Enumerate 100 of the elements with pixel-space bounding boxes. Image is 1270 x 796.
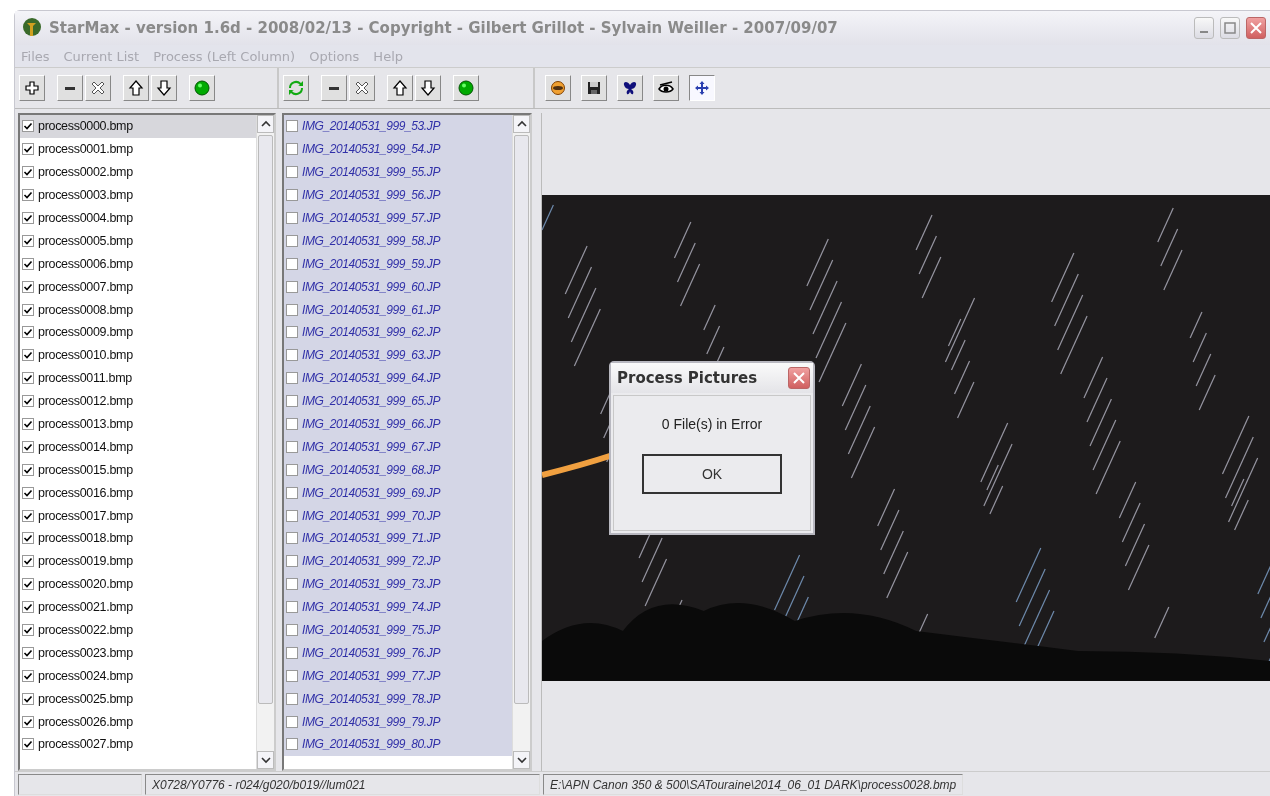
scrollbar[interactable] xyxy=(512,115,530,769)
clear-button[interactable] xyxy=(349,75,375,101)
checkbox[interactable] xyxy=(286,738,298,751)
file-list-item[interactable]: IMG_20140531_999_67.JP xyxy=(284,435,512,459)
file-list-item[interactable]: IMG_20140531_999_77.JP xyxy=(284,664,512,688)
file-list-item[interactable]: process0006.bmp xyxy=(20,252,256,276)
file-list-item[interactable]: process0025.bmp xyxy=(20,687,256,711)
file-list-item[interactable]: IMG_20140531_999_61.JP xyxy=(284,298,512,321)
checkbox[interactable] xyxy=(286,601,298,614)
checkbox[interactable] xyxy=(22,280,34,293)
checkbox[interactable] xyxy=(286,395,298,408)
file-list-item[interactable]: IMG_20140531_999_66.JP xyxy=(284,412,512,436)
add-button[interactable] xyxy=(19,75,45,101)
refresh-button[interactable] xyxy=(283,75,309,101)
checkbox[interactable] xyxy=(286,532,298,545)
move-up-button[interactable] xyxy=(387,75,413,101)
checkbox[interactable] xyxy=(22,463,34,476)
checkbox[interactable] xyxy=(22,166,34,179)
file-list-item[interactable]: IMG_20140531_999_56.JP xyxy=(284,183,512,207)
remove-button[interactable] xyxy=(321,75,347,101)
checkbox[interactable] xyxy=(286,509,298,522)
file-list-item[interactable]: IMG_20140531_999_78.JP xyxy=(284,687,512,711)
file-list-item[interactable]: process0015.bmp xyxy=(20,458,256,482)
file-list-item[interactable]: IMG_20140531_999_70.JP xyxy=(284,504,512,528)
checkbox[interactable] xyxy=(22,509,34,522)
file-list-item[interactable]: IMG_20140531_999_69.JP xyxy=(284,481,512,505)
checkbox[interactable] xyxy=(286,715,298,728)
checkbox[interactable] xyxy=(286,120,298,133)
file-list-item[interactable]: process0019.bmp xyxy=(20,549,256,573)
checkbox[interactable] xyxy=(22,486,34,499)
checkbox[interactable] xyxy=(286,326,298,339)
checkbox[interactable] xyxy=(22,440,34,453)
checkbox[interactable] xyxy=(22,601,34,614)
checkbox[interactable] xyxy=(22,120,34,133)
file-list-item[interactable]: process0003.bmp xyxy=(20,183,256,207)
file-list-item[interactable]: IMG_20140531_999_62.JP xyxy=(284,321,512,344)
file-list-item[interactable]: IMG_20140531_999_63.JP xyxy=(284,343,512,367)
view-button[interactable] xyxy=(545,75,571,101)
checkbox[interactable] xyxy=(22,624,34,637)
checkbox[interactable] xyxy=(22,372,34,385)
checkbox[interactable] xyxy=(22,555,34,568)
file-list-item[interactable]: IMG_20140531_999_73.JP xyxy=(284,572,512,596)
file-list-item[interactable]: process0002.bmp xyxy=(20,160,256,184)
file-list-item[interactable]: process0027.bmp xyxy=(20,733,256,756)
file-list-item[interactable]: IMG_20140531_999_60.JP xyxy=(284,275,512,299)
file-list-item[interactable]: process0008.bmp xyxy=(20,298,256,321)
eye-button[interactable] xyxy=(653,75,679,101)
clear-button[interactable] xyxy=(85,75,111,101)
file-list-item[interactable]: IMG_20140531_999_54.JP xyxy=(284,137,512,161)
file-list-item[interactable]: IMG_20140531_999_53.JP xyxy=(284,115,512,138)
run-button[interactable] xyxy=(453,75,479,101)
minimize-button[interactable] xyxy=(1194,17,1214,39)
dialog-close-button[interactable] xyxy=(788,367,810,389)
file-list-item[interactable]: process0023.bmp xyxy=(20,641,256,665)
file-list-item[interactable]: IMG_20140531_999_57.JP xyxy=(284,206,512,230)
checkbox[interactable] xyxy=(286,189,298,202)
checkbox[interactable] xyxy=(22,395,34,408)
file-list-item[interactable]: process0017.bmp xyxy=(20,504,256,528)
file-list-item[interactable]: IMG_20140531_999_80.JP xyxy=(284,733,512,756)
checkbox[interactable] xyxy=(22,257,34,270)
file-list-item[interactable]: IMG_20140531_999_79.JP xyxy=(284,710,512,734)
checkbox[interactable] xyxy=(22,532,34,545)
file-list-item[interactable]: IMG_20140531_999_75.JP xyxy=(284,618,512,642)
checkbox[interactable] xyxy=(286,372,298,385)
ok-button[interactable]: OK xyxy=(642,454,782,494)
checkbox[interactable] xyxy=(286,486,298,499)
file-list-item[interactable]: IMG_20140531_999_76.JP xyxy=(284,641,512,665)
checkbox[interactable] xyxy=(286,418,298,430)
file-list-item[interactable]: IMG_20140531_999_64.JP xyxy=(284,366,512,390)
remove-button[interactable] xyxy=(57,75,83,101)
checkbox[interactable] xyxy=(286,463,298,476)
file-list-item[interactable]: process0022.bmp xyxy=(20,618,256,642)
checkbox[interactable] xyxy=(22,692,34,705)
scrollbar[interactable] xyxy=(256,115,274,769)
file-list-item[interactable]: IMG_20140531_999_71.JP xyxy=(284,527,512,550)
checkbox[interactable] xyxy=(22,738,34,751)
move-button[interactable] xyxy=(689,75,715,101)
checkbox[interactable] xyxy=(22,418,34,430)
checkbox[interactable] xyxy=(286,624,298,637)
file-list-item[interactable]: process0026.bmp xyxy=(20,710,256,734)
file-list-item[interactable]: IMG_20140531_999_72.JP xyxy=(284,549,512,573)
checkbox[interactable] xyxy=(22,326,34,339)
file-list-item[interactable]: IMG_20140531_999_65.JP xyxy=(284,389,512,413)
checkbox[interactable] xyxy=(22,234,34,247)
file-list-item[interactable]: process0009.bmp xyxy=(20,321,256,344)
checkbox[interactable] xyxy=(286,257,298,270)
checkbox[interactable] xyxy=(286,303,298,316)
file-list-item[interactable]: process0007.bmp xyxy=(20,275,256,299)
file-list-item[interactable]: IMG_20140531_999_58.JP xyxy=(284,229,512,253)
file-list-item[interactable]: process0018.bmp xyxy=(20,527,256,550)
checkbox[interactable] xyxy=(286,692,298,705)
file-list-item[interactable]: process0014.bmp xyxy=(20,435,256,459)
checkbox[interactable] xyxy=(22,715,34,728)
checkbox[interactable] xyxy=(286,349,298,362)
checkbox[interactable] xyxy=(286,440,298,453)
checkbox[interactable] xyxy=(286,669,298,682)
checkbox[interactable] xyxy=(286,166,298,179)
close-button[interactable] xyxy=(1246,17,1266,39)
file-list-item[interactable]: process0011.bmp xyxy=(20,366,256,390)
checkbox[interactable] xyxy=(286,212,298,224)
